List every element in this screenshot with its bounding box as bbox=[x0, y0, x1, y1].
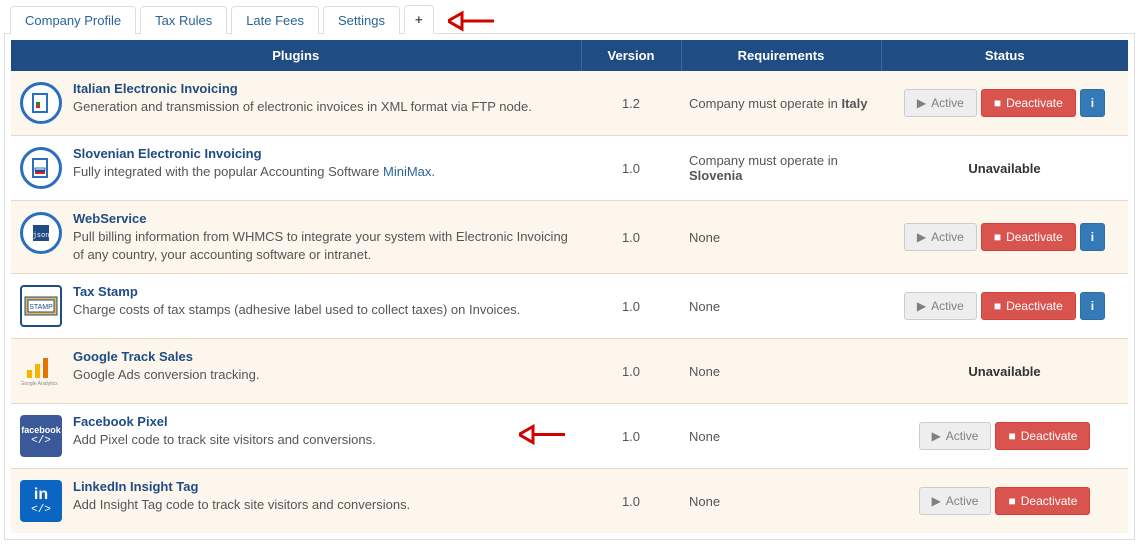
deactivate-button[interactable]: ■Deactivate bbox=[995, 422, 1090, 450]
plugin-title: Google Track Sales bbox=[73, 349, 573, 364]
active-button[interactable]: ▶Active bbox=[919, 422, 992, 450]
play-icon: ▶ bbox=[932, 429, 941, 443]
tabs-bar: Company Profile Tax Rules Late Fees Sett… bbox=[4, 4, 1135, 34]
active-button[interactable]: ▶Active bbox=[904, 223, 977, 251]
plugin-version: 1.0 bbox=[581, 339, 681, 404]
plugin-version: 1.0 bbox=[581, 201, 681, 274]
plugin-requirements: Company must operate in Italy bbox=[681, 71, 881, 136]
plugin-requirements: None bbox=[681, 274, 881, 339]
linkedin-insight-icon: in</> bbox=[19, 479, 63, 523]
google-analytics-icon: Google Analytics bbox=[19, 349, 63, 393]
play-icon: ▶ bbox=[917, 299, 926, 313]
table-row: Italian Electronic Invoicing Generation … bbox=[11, 71, 1128, 136]
plugin-requirements: None bbox=[681, 469, 881, 534]
plugin-status: ▶Active■Deactivate i bbox=[881, 274, 1128, 339]
info-button[interactable]: i bbox=[1080, 292, 1105, 320]
play-icon: ▶ bbox=[932, 494, 941, 508]
plugin-requirements: None bbox=[681, 404, 881, 469]
status-unavailable: Unavailable bbox=[968, 364, 1040, 379]
tab-tax-rules[interactable]: Tax Rules bbox=[140, 6, 227, 34]
deactivate-button[interactable]: ■Deactivate bbox=[981, 223, 1076, 251]
plugin-status: ▶Active■Deactivate i bbox=[881, 71, 1128, 136]
tab-late-fees[interactable]: Late Fees bbox=[231, 6, 319, 34]
plugin-status: ▶Active■Deactivate i bbox=[881, 201, 1128, 274]
plugin-description: Google Ads conversion tracking. bbox=[73, 366, 573, 384]
plugin-description: Fully integrated with the popular Accoun… bbox=[73, 163, 573, 181]
plugin-version: 1.0 bbox=[581, 404, 681, 469]
plugin-version: 1.0 bbox=[581, 469, 681, 534]
info-button[interactable]: i bbox=[1080, 89, 1105, 117]
webservice-icon: json bbox=[19, 211, 63, 255]
stop-icon: ■ bbox=[994, 299, 1001, 313]
play-icon: ▶ bbox=[917, 230, 926, 244]
table-row: Slovenian Electronic Invoicing Fully int… bbox=[11, 136, 1128, 201]
tab-company-profile[interactable]: Company Profile bbox=[10, 6, 136, 34]
plugin-version: 1.0 bbox=[581, 136, 681, 201]
plugin-requirements: None bbox=[681, 339, 881, 404]
plugin-description: Pull billing information from WHMCS to i… bbox=[73, 228, 573, 263]
plugin-title: Slovenian Electronic Invoicing bbox=[73, 146, 573, 161]
svg-text:json: json bbox=[33, 232, 50, 240]
plugin-title: WebService bbox=[73, 211, 573, 226]
plugin-description: Add Insight Tag code to track site visit… bbox=[73, 496, 573, 514]
plugin-version: 1.2 bbox=[581, 71, 681, 136]
plugin-requirements: Company must operate in Slovenia bbox=[681, 136, 881, 201]
svg-text:STAMP: STAMP bbox=[29, 304, 53, 311]
table-row: Google Analytics Google Track Sales Goog… bbox=[11, 339, 1128, 404]
svg-text:Google Analytics: Google Analytics bbox=[21, 381, 58, 386]
facebook-pixel-icon: facebook</> bbox=[19, 414, 63, 458]
deactivate-button[interactable]: ■Deactivate bbox=[995, 487, 1090, 515]
status-unavailable: Unavailable bbox=[968, 161, 1040, 176]
taxstamp-icon: STAMP bbox=[19, 284, 63, 328]
deactivate-button[interactable]: ■Deactivate bbox=[981, 89, 1076, 117]
th-plugins: Plugins bbox=[11, 40, 581, 71]
stop-icon: ■ bbox=[994, 230, 1001, 244]
stop-icon: ■ bbox=[1008, 494, 1015, 508]
plugin-description: Add Pixel code to track site visitors an… bbox=[73, 431, 573, 449]
annotation-arrow-row bbox=[519, 423, 565, 450]
info-icon: i bbox=[1091, 230, 1094, 244]
plugin-status: Unavailable bbox=[881, 339, 1128, 404]
active-button[interactable]: ▶Active bbox=[904, 292, 977, 320]
plugin-title: LinkedIn Insight Tag bbox=[73, 479, 573, 494]
th-version: Version bbox=[581, 40, 681, 71]
table-row: json WebService Pull billing information… bbox=[11, 201, 1128, 274]
table-row: STAMP Tax Stamp Charge costs of tax stam… bbox=[11, 274, 1128, 339]
active-button[interactable]: ▶Active bbox=[919, 487, 992, 515]
plugin-title: Tax Stamp bbox=[73, 284, 573, 299]
plugin-version: 1.0 bbox=[581, 274, 681, 339]
plugin-title: Italian Electronic Invoicing bbox=[73, 81, 573, 96]
plugin-status: ▶Active■Deactivate bbox=[881, 469, 1128, 534]
th-requirements: Requirements bbox=[681, 40, 881, 71]
annotation-arrow-top bbox=[448, 11, 492, 33]
plugin-title: Facebook Pixel bbox=[73, 414, 573, 429]
plugins-table: Plugins Version Requirements Status Ital… bbox=[11, 40, 1128, 533]
play-icon: ▶ bbox=[917, 96, 926, 110]
plugin-status: ▶Active■Deactivate bbox=[881, 404, 1128, 469]
deactivate-button[interactable]: ■Deactivate bbox=[981, 292, 1076, 320]
tab-add-new[interactable]: + bbox=[404, 5, 434, 34]
invoice-si-icon bbox=[19, 146, 63, 190]
minimax-link[interactable]: MiniMax bbox=[383, 164, 431, 179]
stop-icon: ■ bbox=[1008, 429, 1015, 443]
plugin-requirements: None bbox=[681, 201, 881, 274]
stop-icon: ■ bbox=[994, 96, 1001, 110]
plugin-status: Unavailable bbox=[881, 136, 1128, 201]
table-row: in</> LinkedIn Insight Tag Add Insight T… bbox=[11, 469, 1128, 534]
plugins-panel: Plugins Version Requirements Status Ital… bbox=[4, 34, 1135, 540]
plugin-description: Charge costs of tax stamps (adhesive lab… bbox=[73, 301, 573, 319]
tab-settings[interactable]: Settings bbox=[323, 6, 400, 34]
info-icon: i bbox=[1091, 299, 1094, 313]
plugin-description: Generation and transmission of electroni… bbox=[73, 98, 573, 116]
active-button[interactable]: ▶Active bbox=[904, 89, 977, 117]
invoice-it-icon bbox=[19, 81, 63, 125]
info-icon: i bbox=[1091, 96, 1094, 110]
th-status: Status bbox=[881, 40, 1128, 71]
info-button[interactable]: i bbox=[1080, 223, 1105, 251]
table-row: facebook</> Facebook Pixel Add Pixel cod… bbox=[11, 404, 1128, 469]
